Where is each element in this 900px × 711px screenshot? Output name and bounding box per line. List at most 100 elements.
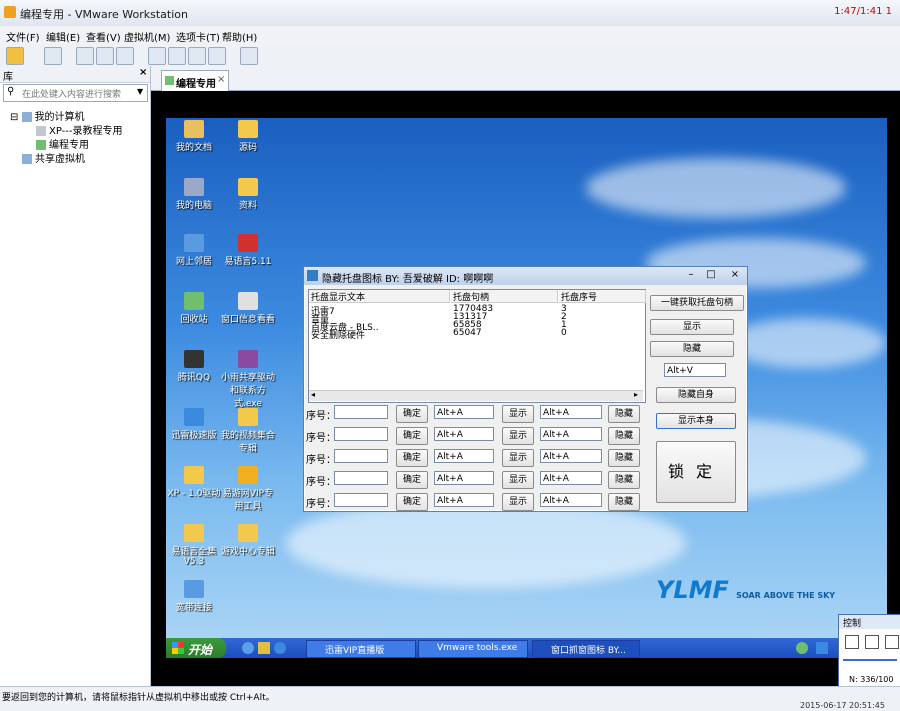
slot-index-input[interactable] (334, 405, 388, 419)
desktop-icon[interactable]: 我的文档 (166, 120, 222, 153)
show-library-icon[interactable] (148, 47, 166, 65)
thumbnail-bar-icon[interactable] (168, 47, 186, 65)
desktop-icon[interactable]: 易游网VIP专用工具 (220, 466, 276, 512)
desktop-icon[interactable]: 小雨共享驱动和联系方式.exe (220, 350, 276, 409)
slot-index-input[interactable] (334, 493, 388, 507)
tray-icon[interactable] (796, 642, 808, 654)
slot-hide-hotkey-input[interactable]: Alt+A (540, 405, 602, 419)
player-icon[interactable] (274, 642, 286, 654)
snapshot-icon[interactable] (76, 47, 94, 65)
slot-confirm-button[interactable]: 确定 (396, 493, 428, 511)
slot-show-hotkey-input[interactable]: Alt+A (434, 493, 494, 507)
list-cell[interactable]: 0 (561, 328, 567, 338)
snapshot-manager-icon[interactable] (116, 47, 134, 65)
slot-show-button[interactable]: 显示 (502, 449, 534, 467)
slot-show-hotkey-input[interactable]: Alt+A (434, 449, 494, 463)
maximize-icon[interactable]: □ (704, 269, 718, 281)
slot-index-input[interactable] (334, 449, 388, 463)
slot-show-button[interactable]: 显示 (502, 493, 534, 511)
slot-hide-button[interactable]: 隐藏 (608, 427, 640, 445)
desktop-icon[interactable]: 宽带连接 (166, 580, 222, 613)
desktop-icon[interactable]: 资料 (220, 178, 276, 211)
tray-list[interactable]: 托盘显示文本 托盘句柄 托盘序号 迅雷7 1770483 3 音量 131317 2 百度云… (308, 289, 646, 403)
fullscreen-icon[interactable] (188, 47, 206, 65)
desktop-icon[interactable]: XP - 1.0驱动 (166, 466, 222, 499)
slot-index-input[interactable] (334, 471, 388, 485)
slot-show-button[interactable]: 显示 (502, 471, 534, 489)
menu-view[interactable]: 查看(V) (86, 29, 121, 44)
desktop-icon[interactable]: 我的视频集合专辑 (220, 408, 276, 454)
tab-programming-vm[interactable]: 编程专用 × (161, 70, 229, 91)
desktop-icon[interactable]: 我的电脑 (166, 178, 222, 211)
slot-show-hotkey-input[interactable]: Alt+A (434, 405, 494, 419)
tree-item-my-computer[interactable]: ⊟ 我的计算机 (10, 108, 85, 123)
desktop-icon[interactable]: 窗口信息看看 (220, 292, 276, 325)
tree-item-shared-vms[interactable]: 共享虚拟机 (22, 150, 85, 165)
slot-hide-hotkey-input[interactable]: Alt+A (540, 471, 602, 485)
column-header[interactable]: 托盘句柄 (451, 290, 558, 303)
slot-show-hotkey-input[interactable]: Alt+A (434, 427, 494, 441)
unity-icon[interactable] (208, 47, 226, 65)
desktop-icon[interactable]: 游戏中心专辑 (220, 524, 276, 557)
desktop-icon[interactable]: 易语言5.11 (220, 234, 276, 267)
tree-item-xp-vm[interactable]: XP---录教程专用 (36, 122, 123, 137)
taskbar-item-xunlei[interactable]: 迅雷VIP直播版 (306, 640, 416, 658)
library-search-input[interactable]: ⚲ 在此处键入内容进行搜索 ▼ (3, 84, 148, 102)
hotkey-input[interactable]: Alt+V (664, 363, 726, 377)
control-icon[interactable] (885, 635, 899, 649)
menu-file[interactable]: 文件(F) (6, 29, 40, 44)
slot-confirm-button[interactable]: 确定 (396, 405, 428, 423)
console-view-icon[interactable] (240, 47, 258, 65)
close-icon[interactable]: × (728, 269, 742, 281)
slot-hide-button[interactable]: 隐藏 (608, 405, 640, 423)
close-tab-icon[interactable]: × (217, 74, 225, 85)
column-header[interactable]: 托盘序号 (559, 290, 646, 303)
hide-self-button[interactable]: 隐藏自身 (656, 387, 736, 403)
show-button[interactable]: 显示 (650, 319, 734, 335)
taskbar-item-tray-hider[interactable]: 窗口抓窗图标 BY... (532, 640, 640, 658)
minimize-icon[interactable]: – (684, 269, 698, 281)
slot-show-button[interactable]: 显示 (502, 427, 534, 445)
control-icon[interactable] (845, 635, 859, 649)
desktop-icon[interactable]: 源码 (220, 120, 276, 153)
slot-confirm-button[interactable]: 确定 (396, 471, 428, 489)
revert-snapshot-icon[interactable] (96, 47, 114, 65)
slot-hide-hotkey-input[interactable]: Alt+A (540, 427, 602, 441)
desktop-icon[interactable]: 回收站 (166, 292, 222, 325)
horizontal-scrollbar[interactable]: ◂ ▸ (309, 390, 643, 401)
send-ctrl-alt-del-icon[interactable] (44, 47, 62, 65)
desktop-icon[interactable]: 易语言全集V5.3 (166, 524, 222, 567)
pause-icon[interactable] (6, 47, 24, 65)
list-cell[interactable]: 65047 (453, 328, 482, 338)
close-library-icon[interactable]: × (139, 67, 147, 78)
taskbar-item-vmware-tools[interactable]: Vmware tools.exe (418, 640, 528, 658)
control-icon[interactable] (865, 635, 879, 649)
slot-show-button[interactable]: 显示 (502, 405, 534, 423)
lock-button[interactable]: 锁定 (656, 441, 736, 503)
slot-hide-hotkey-input[interactable]: Alt+A (540, 449, 602, 463)
slot-hide-button[interactable]: 隐藏 (608, 449, 640, 467)
desktop-icon[interactable]: 腾讯QQ (166, 350, 222, 383)
slot-hide-button[interactable]: 隐藏 (608, 471, 640, 489)
chevron-down-icon[interactable]: ▼ (137, 87, 143, 96)
folder-icon[interactable] (258, 642, 270, 654)
list-cell[interactable]: 安全删除硬件 (311, 328, 365, 341)
desktop-icon[interactable]: 网上邻居 (166, 234, 222, 267)
slot-confirm-button[interactable]: 确定 (396, 449, 428, 467)
start-button[interactable]: 开始 (166, 638, 226, 658)
tray-icon[interactable] (816, 642, 828, 654)
get-all-handles-button[interactable]: 一键获取托盘句柄 (650, 295, 744, 311)
slot-hide-button[interactable]: 隐藏 (608, 493, 640, 511)
tree-item-programming-vm[interactable]: 编程专用 (36, 136, 89, 151)
slot-confirm-button[interactable]: 确定 (396, 427, 428, 445)
menu-edit[interactable]: 编辑(E) (46, 29, 80, 44)
slot-index-input[interactable] (334, 427, 388, 441)
ie-icon[interactable] (242, 642, 254, 654)
slot-hide-hotkey-input[interactable]: Alt+A (540, 493, 602, 507)
menu-tabs[interactable]: 选项卡(T) (176, 29, 220, 44)
menu-vm[interactable]: 虚拟机(M) (124, 29, 170, 44)
column-header[interactable]: 托盘显示文本 (309, 290, 450, 303)
app-titlebar[interactable]: 隐藏托盘图标 BY: 吾爱破解 ID: 啊啊啊 – □ × (304, 267, 747, 285)
menu-help[interactable]: 帮助(H) (222, 29, 257, 44)
hide-button[interactable]: 隐藏 (650, 341, 734, 357)
